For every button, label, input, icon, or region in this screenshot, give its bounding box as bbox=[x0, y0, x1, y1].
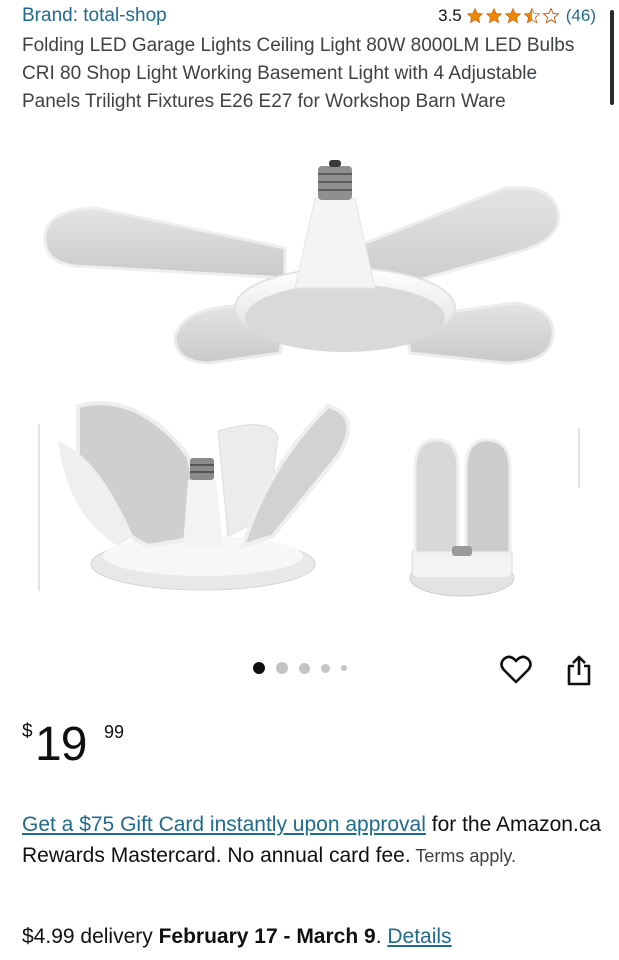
terms-text: Terms apply. bbox=[410, 846, 517, 866]
star-rating bbox=[466, 7, 561, 25]
delivery-suffix: . bbox=[375, 925, 388, 948]
carousel-dot[interactable] bbox=[341, 665, 347, 671]
scroll-indicator[interactable] bbox=[610, 10, 614, 105]
share-icon bbox=[567, 655, 591, 686]
carousel-dot[interactable] bbox=[321, 663, 330, 673]
price-currency-symbol: $ bbox=[22, 721, 33, 742]
heart-icon bbox=[500, 655, 532, 684]
star-full-icon bbox=[504, 7, 521, 24]
panels-folded-image[interactable] bbox=[390, 428, 580, 618]
star-full-icon bbox=[466, 7, 483, 24]
rating-value: 3.5 bbox=[438, 6, 462, 25]
credit-card-promo: Get a $75 Gift Card instantly upon appro… bbox=[22, 809, 602, 872]
delivery-price: $4.99 delivery bbox=[22, 925, 159, 948]
rating-count-link[interactable]: (46) bbox=[566, 6, 596, 26]
gift-card-offer-link[interactable]: Get a $75 Gift Card instantly upon appro… bbox=[22, 813, 426, 836]
brand-link[interactable]: Brand: total-shop bbox=[22, 5, 167, 27]
image-gallery[interactable] bbox=[0, 150, 619, 650]
price-fraction: 99 bbox=[104, 722, 125, 742]
brand-rating-row: Brand: total-shop 3.5 (46) bbox=[22, 5, 602, 29]
wishlist-button[interactable] bbox=[498, 652, 534, 688]
price-whole: 19 bbox=[35, 718, 87, 771]
image-carousel-indicator[interactable] bbox=[253, 662, 358, 674]
share-button[interactable] bbox=[561, 652, 597, 688]
panels-open-image[interactable] bbox=[38, 396, 368, 616]
star-empty-icon bbox=[542, 7, 560, 24]
star-full-icon bbox=[485, 7, 502, 24]
main-fan-light-image[interactable] bbox=[35, 158, 565, 380]
delivery-dates: February 17 - March 9 bbox=[158, 925, 376, 948]
carousel-dot[interactable] bbox=[299, 662, 310, 674]
delivery-details-link[interactable]: Details bbox=[387, 925, 451, 948]
rating[interactable]: 3.5 (46) bbox=[438, 6, 596, 26]
product-title: Folding LED Garage Lights Ceiling Light … bbox=[22, 35, 575, 112]
delivery-info: $4.99 delivery February 17 - March 9. De… bbox=[22, 922, 612, 952]
carousel-dot-active[interactable] bbox=[253, 662, 265, 674]
carousel-dot[interactable] bbox=[276, 662, 288, 674]
star-half-icon bbox=[523, 7, 541, 24]
